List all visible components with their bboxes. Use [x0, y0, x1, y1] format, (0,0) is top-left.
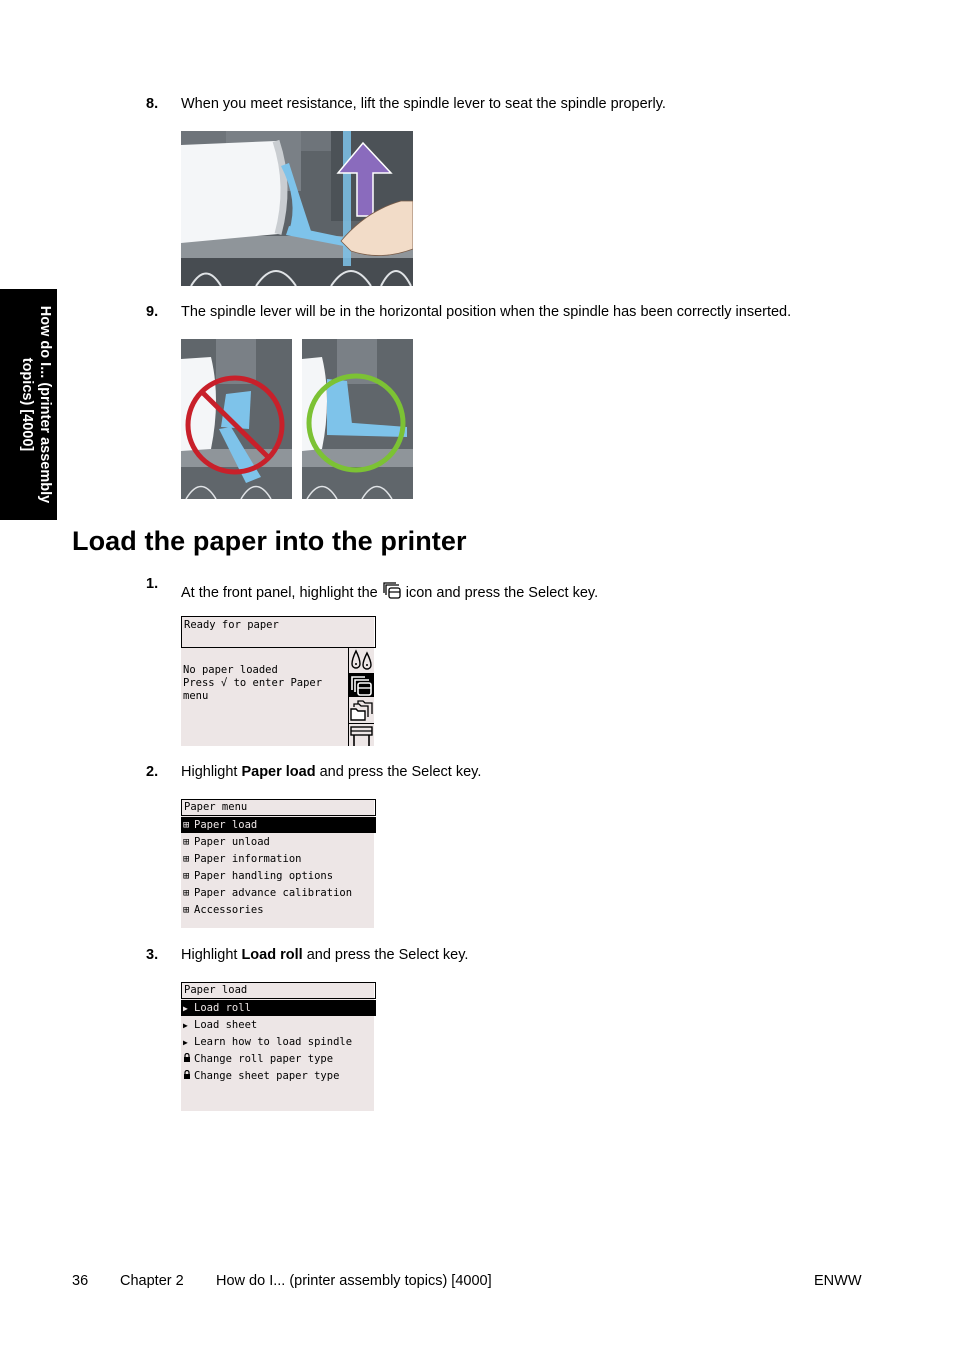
- step-2-number: 2.: [146, 764, 159, 780]
- expand-icon: ⊞: [183, 853, 190, 865]
- step-1-text: At the front panel, highlight the icon a…: [181, 581, 598, 601]
- menu-item-label: Learn how to load spindle: [194, 1036, 353, 1048]
- step-2-text-before: Highlight: [181, 764, 242, 780]
- step-3-text: Highlight Load roll and press the Select…: [181, 947, 468, 963]
- step-3-highlight: Load roll: [241, 947, 303, 963]
- step-2-text-after: and press the Select key.: [315, 764, 482, 780]
- menu-item-label: Load sheet: [194, 1019, 258, 1031]
- spindle-lever-lift-photo: [181, 131, 413, 286]
- paper-icon: [382, 581, 402, 599]
- panel-status-title: Ready for paper: [181, 616, 376, 648]
- menu-item-label: Paper handling options: [194, 870, 334, 882]
- menu-item-paper-unload[interactable]: ⊞ Paper unload: [181, 834, 376, 850]
- menu-item-label: Paper advance calibration: [194, 887, 353, 899]
- step-8-text: When you meet resistance, lift the spind…: [181, 96, 666, 112]
- menu-item-paper-information[interactable]: ⊞ Paper information: [181, 851, 376, 867]
- footer-locale: ENWW: [814, 1273, 862, 1289]
- arrow-right-icon: ▶: [183, 1021, 188, 1030]
- panel-message: No paper loaded Press √ to enter Paper m…: [181, 664, 349, 703]
- step-3-text-after: and press the Select key.: [302, 947, 469, 963]
- footer-chapter-title: How do I... (printer assembly topics) [4…: [216, 1273, 492, 1289]
- front-panel-paper-load-menu: Paper load ▶ Load roll ▶ Load sheet ▶ Learn…: [181, 982, 376, 1111]
- menu-item-label: Change roll paper type: [194, 1053, 334, 1065]
- step-1-text-before: At the front panel, highlight the: [181, 585, 382, 601]
- step-9-text: The spindle lever will be in the horizon…: [181, 304, 792, 320]
- lock-icon: [183, 1068, 194, 1084]
- menu-item-paper-handling-options[interactable]: ⊞ Paper handling options: [181, 868, 376, 884]
- menu-item-change-roll-paper-type[interactable]: Change roll paper type: [181, 1051, 376, 1067]
- menu-item-load-roll[interactable]: ▶ Load roll: [181, 1000, 376, 1016]
- page-number: 36: [72, 1273, 89, 1289]
- chapter-side-tab: How do I... (printer assembly topics) [4…: [0, 289, 57, 520]
- expand-icon: ⊞: [183, 819, 190, 831]
- front-panel-ready-screen: Ready for paper No paper loaded Press √ …: [181, 616, 376, 746]
- lever-incorrect-illustration: [181, 339, 292, 499]
- expand-icon: ⊞: [183, 870, 190, 882]
- arrow-right-icon: ▶: [183, 1038, 188, 1047]
- menu-item-label: Change sheet paper type: [194, 1070, 340, 1082]
- expand-icon: ⊞: [183, 836, 190, 848]
- menu-item-label: Load roll: [194, 1002, 251, 1014]
- paper-menu-title: Paper menu: [181, 799, 376, 816]
- paper-load-title: Paper load: [181, 982, 376, 999]
- menu-item-learn-load-spindle[interactable]: ▶ Learn how to load spindle: [181, 1034, 376, 1050]
- step-1-text-after: icon and press the Select key.: [401, 585, 599, 601]
- spindle-lever-lift-illustration: [181, 131, 413, 286]
- menu-item-paper-advance-calibration[interactable]: ⊞ Paper advance calibration: [181, 885, 376, 901]
- lock-icon: [183, 1051, 194, 1067]
- menu-item-paper-load[interactable]: ⊞ Paper load: [181, 817, 376, 833]
- menu-item-accessories[interactable]: ⊞ Accessories: [181, 902, 376, 918]
- panel-icon-column: [349, 649, 374, 746]
- lever-correct-illustration: [302, 339, 413, 499]
- menu-item-label: Paper load: [194, 819, 258, 831]
- expand-icon: ⊞: [183, 904, 190, 916]
- step-2-highlight: Paper load: [241, 764, 316, 780]
- expand-icon: ⊞: [183, 887, 190, 899]
- paper-icon[interactable]: [349, 673, 374, 697]
- step-2-text: Highlight Paper load and press the Selec…: [181, 764, 481, 780]
- side-tab-label: How do I... (printer assembly topics) [4…: [19, 305, 53, 504]
- menu-item-label: Paper information: [194, 853, 302, 865]
- menu-item-label: Paper unload: [194, 836, 270, 848]
- lever-incorrect-photo: [181, 339, 292, 499]
- footer-chapter: Chapter 2: [120, 1273, 184, 1289]
- step-9-number: 9.: [146, 304, 159, 320]
- lever-correct-photo: [302, 339, 413, 499]
- panel-message-line: menu: [183, 690, 209, 702]
- step-3-number: 3.: [146, 947, 159, 963]
- step-8-number: 8.: [146, 96, 159, 112]
- menu-item-change-sheet-paper-type[interactable]: Change sheet paper type: [181, 1068, 376, 1084]
- front-panel-paper-menu: Paper menu ⊞ Paper load ⊞ Paper unload ⊞ Pa…: [181, 799, 376, 928]
- step-3-text-before: Highlight: [181, 947, 242, 963]
- section-title: Load the paper into the printer: [72, 526, 467, 556]
- menu-item-label: Accessories: [194, 904, 264, 916]
- arrow-right-icon: ▶: [183, 1004, 188, 1013]
- ink-drops-icon[interactable]: [349, 649, 374, 672]
- panel-message-line: No paper loaded: [183, 664, 278, 676]
- step-1-number: 1.: [146, 576, 159, 592]
- folder-icon[interactable]: [349, 698, 374, 722]
- menu-item-load-sheet[interactable]: ▶ Load sheet: [181, 1017, 376, 1033]
- printer-icon[interactable]: [349, 723, 374, 747]
- panel-message-line: Press √ to enter Paper: [183, 677, 323, 689]
